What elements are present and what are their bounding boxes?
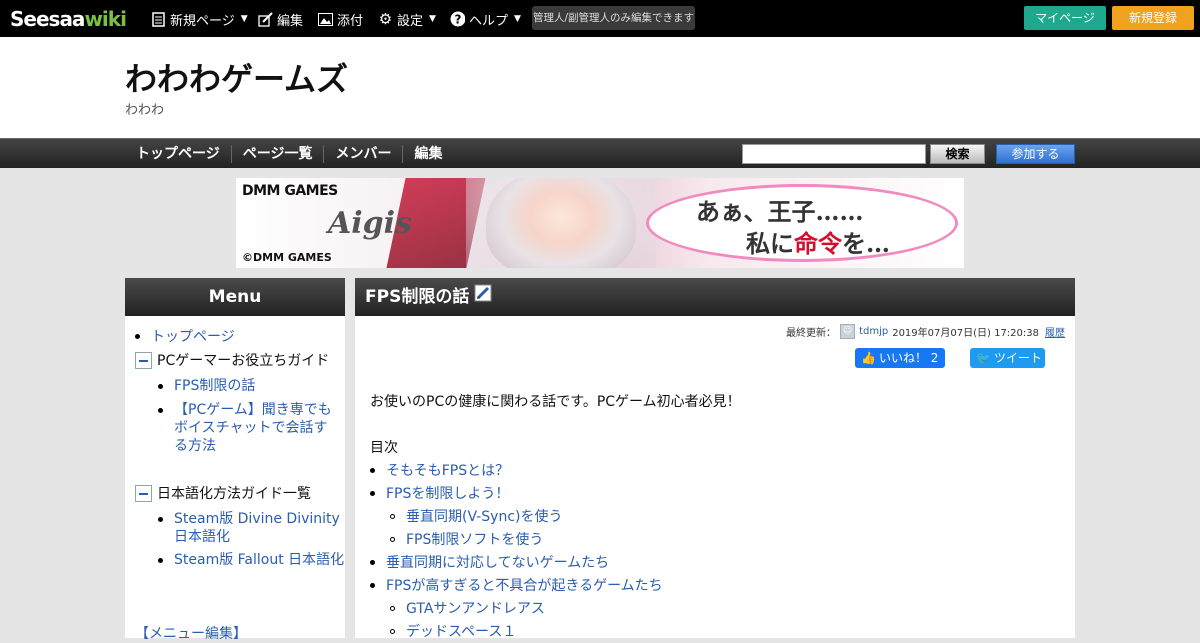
mypage-button[interactable]: マイページ [1024,6,1106,30]
sidebar-item-divine-divinity[interactable]: Steam版 Divine Divinity 日本語化 [158,510,340,546]
join-button[interactable]: 参加する [996,144,1075,164]
toc-subitem[interactable]: 垂直同期(V-Sync)を使う [390,506,562,526]
main-content: FPS制限の話 最終更新： ☺ tdmjp 2019年07月07日(日) 17:… [355,278,1075,641]
article-intro: お使いのPCの健康に関わる話です。PCゲーム初心者必見！ [370,394,741,410]
collapse-icon[interactable] [135,484,152,502]
edit-icon [258,11,273,27]
nav-members[interactable]: メンバー [324,145,404,163]
top-bar: Seesaawiki 新規ページ ▼ 編集 添付 ⚙ 設定 ▼ ? ヘルプ ▼ … [0,0,1200,37]
history-link[interactable]: 履歴 [1045,324,1065,339]
chevron-down-icon: ▼ [514,14,521,24]
article-header: FPS制限の話 [355,278,1075,316]
toc-item[interactable]: 垂直同期に対応してないゲームたち [370,552,609,572]
dmm-games-logo: DMM GAMES [242,183,338,199]
updated-timestamp: 2019年07月07日(日) 17:20:38 [892,328,1039,339]
sidebar-category-pc-guide[interactable]: PCゲーマーお役立ちガイド [135,350,329,370]
seesaa-wiki-logo[interactable]: Seesaawiki [10,7,127,31]
nav-top-page[interactable]: トップページ [125,145,232,163]
banner-character [486,178,636,268]
sidebar-title: Menu [125,278,345,316]
banner-line-1: あぁ、王子…… [696,197,864,226]
edit-permission-notice: 管理人/副管理人のみ編集できます [532,6,695,30]
facebook-like-button[interactable]: 👍 いいね！ 2 [855,348,945,368]
article-meta: 最終更新： ☺ tdmjp 2019年07月07日(日) 17:20:38 履歴 [786,324,1065,339]
search-input[interactable] [742,144,926,164]
banner-copyright: ©DMM GAMES [242,251,332,264]
nav-edit[interactable]: 編集 [403,145,453,163]
ad-banner[interactable]: DMM GAMES Aigis ©DMM GAMES あぁ、王子…… 私に命令を… [236,178,964,268]
site-header: わわわゲームズ わわわ [0,37,1200,138]
author-link[interactable]: tdmjp [859,326,888,337]
toc-item[interactable]: そもそもFPSとは？ [370,460,509,480]
edit-menu[interactable]: 編集 [258,9,303,29]
help-icon: ? [450,11,465,27]
nav-page-list[interactable]: ページ一覧 [232,145,325,163]
settings-menu[interactable]: ⚙ 設定 ▼ [378,9,436,29]
toc-subitem[interactable]: FPS制限ソフトを使う [390,529,543,549]
chevron-down-icon: ▼ [240,14,248,24]
toc-subitem[interactable]: GTAサンアンドレアス [390,598,545,618]
avatar[interactable]: ☺ [840,324,856,339]
article-title: FPS制限の話 [365,287,470,307]
new-page-menu[interactable]: 新規ページ ▼ [151,9,248,29]
aigis-logo: Aigis [328,206,412,241]
attach-menu[interactable]: 添付 [318,9,363,29]
register-button[interactable]: 新規登録 [1112,6,1194,30]
sidebar-item-top[interactable]: トップページ [135,326,235,346]
thumbs-up-icon: 👍 [861,351,876,365]
toc-subitem[interactable]: デッドスペース１ [390,621,516,641]
toc-heading: 目次 [370,440,398,456]
sidebar-item-voice-chat[interactable]: 【PCゲーム】聞き専でも ボイスチャットで会話す る方法 [158,401,332,455]
toc-item[interactable]: FPSを制限しよう！ [370,483,509,503]
banner-line-2: 私に命令を… [746,229,890,258]
svg-text:?: ? [455,13,462,27]
page-icon [151,11,166,27]
help-menu[interactable]: ? ヘルプ ▼ [450,9,521,29]
sidebar: Menu トップページ PCゲーマーお役立ちガイド FPS制限の話 【PCゲーム… [125,278,345,642]
site-title[interactable]: わわわゲームズ [125,54,348,100]
chevron-down-icon: ▼ [429,14,436,24]
sidebar-category-japanese-guide[interactable]: 日本語化方法ガイド一覧 [135,483,311,503]
tweet-button[interactable]: 🐦 ツイート [970,348,1045,368]
collapse-icon[interactable] [135,351,152,369]
site-subtitle: わわわ [125,103,165,118]
sidebar-item-fallout[interactable]: Steam版 Fallout 日本語化 [158,551,344,569]
sidebar-item-fps-limit[interactable]: FPS制限の話 [158,377,255,395]
global-nav: トップページ ページ一覧 メンバー 編集 検索 参加する [0,138,1200,168]
search-button[interactable]: 検索 [930,144,985,164]
image-icon [318,12,333,27]
menu-edit-link[interactable]: 【メニュー編集】 [135,623,247,643]
toc-item[interactable]: FPSが高すぎると不具合が起きるゲームたち [370,575,663,595]
gear-icon: ⚙ [378,10,393,28]
pencil-icon[interactable] [474,278,492,316]
twitter-bird-icon: 🐦 [976,351,991,365]
